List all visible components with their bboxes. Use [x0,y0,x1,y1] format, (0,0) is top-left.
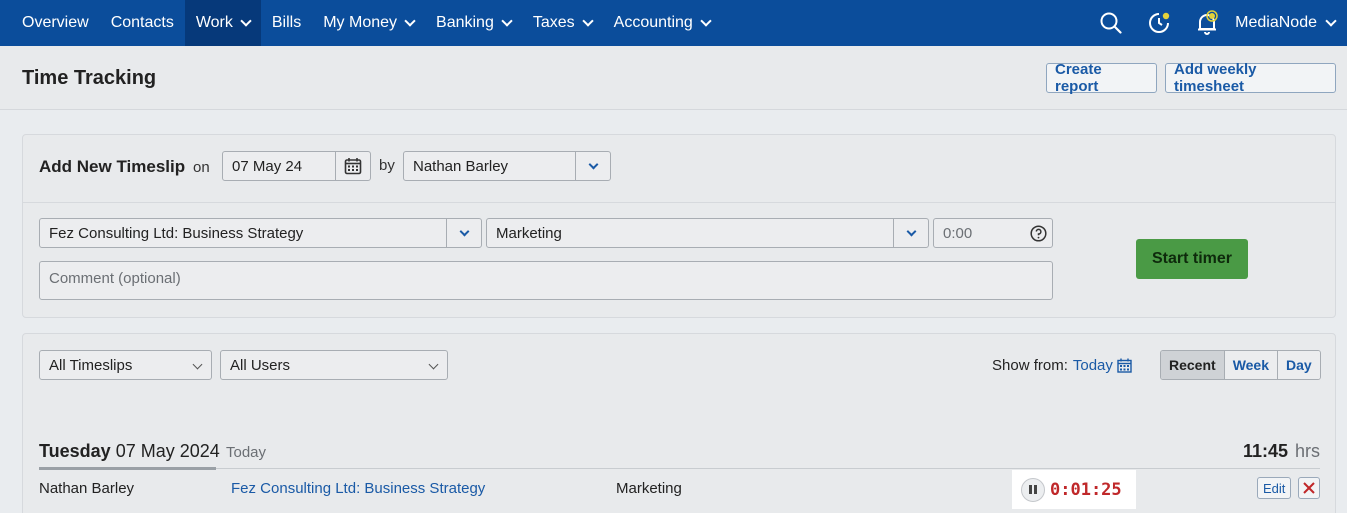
hours-placeholder: 0:00 [943,224,973,242]
show-from-label: Show from: [992,357,1068,374]
entry-task: Marketing [616,480,682,497]
nav-bills[interactable]: Bills [261,0,312,46]
view-week-button[interactable]: Week [1223,351,1278,379]
day-header: Tuesday 07 May 2024 Today 11:45 hrs [39,441,1320,470]
nav-overview-label: Overview [22,14,89,31]
project-select-value: Fez Consulting Ltd: Business Strategy [49,224,304,242]
day-total-unit: hrs [1294,441,1320,461]
calendar-icon [344,158,362,175]
day-total: 11:45 hrs [1243,441,1320,462]
pause-icon [1029,485,1032,494]
timer-button[interactable] [1135,0,1183,46]
chevron-down-icon [428,359,439,370]
chevron-down-icon [1325,14,1337,27]
date-field[interactable]: 07 May 24 [222,151,371,181]
create-report-button[interactable]: Create report [1046,61,1157,95]
date-picker-button[interactable] [335,152,370,180]
day-total-value: 11:45 [1242,441,1288,461]
by-label: by [379,157,395,174]
task-select[interactable]: Marketing [486,218,929,248]
calendar-icon[interactable] [1117,358,1132,373]
nav-taxes-label: Taxes [532,14,575,31]
task-select-toggle[interactable] [893,219,928,247]
user-select[interactable]: Nathan Barley [403,151,611,181]
nav-my-money[interactable]: My Money [312,0,425,46]
add-timeslip-header: Add New Timeslip on 07 May 24 by Nathan … [23,135,1335,203]
show-from-link[interactable]: Today [1073,357,1113,374]
nav-banking-label: Banking [436,14,494,31]
comment-field[interactable]: Comment (optional) [39,261,1053,300]
project-select[interactable]: Fez Consulting Ltd: Business Strategy [39,218,482,248]
chevron-down-icon [581,14,594,27]
user-filter-select[interactable]: All Users [220,350,448,380]
nav-right: MediaNode [1087,0,1347,46]
user-filter-value: All Users [230,356,291,374]
nav-accounting-label: Accounting [613,14,693,31]
chevron-down-icon [906,226,916,236]
today-tag: Today [226,444,267,461]
account-name: MediaNode [1235,14,1317,31]
nav-my-money-label: My Money [323,14,398,31]
timeslip-filter-select[interactable]: All Timeslips [39,350,212,380]
entry-user: Nathan Barley [39,480,135,497]
day-title: Tuesday 07 May 2024 [39,441,220,462]
view-toggle: Recent Week Day [1160,350,1321,380]
nav-work[interactable]: Work [184,0,261,46]
chevron-down-icon [501,14,513,27]
nav-banking[interactable]: Banking [425,0,522,46]
table-row: Nathan Barley Fez Consulting Ltd: Busine… [39,470,1320,510]
comment-placeholder: Comment (optional) [49,270,181,287]
day-date: 07 May 2024 [115,441,220,461]
nav-bills-label: Bills [271,14,302,31]
timeslip-filter-value: All Timeslips [49,356,133,374]
notification-bell-icon [1198,10,1218,35]
help-icon[interactable] [1030,225,1047,242]
running-timer: 0:01:25 [1012,470,1136,509]
chevron-down-icon [404,14,416,27]
hours-field[interactable]: 0:00 [933,218,1053,248]
view-recent-button[interactable]: Recent [1161,351,1224,379]
chevron-down-icon [588,159,598,169]
search-button[interactable] [1087,0,1135,46]
nav-accounting[interactable]: Accounting [603,0,721,46]
nav-taxes[interactable]: Taxes [522,0,603,46]
task-select-value: Marketing [496,224,562,242]
timer-clock-icon [1149,12,1170,33]
nav-work-label: Work [195,14,233,31]
day-weekday: Tuesday [39,441,111,461]
add-timeslip-panel: Add New Timeslip on 07 May 24 by Nathan … [22,134,1336,318]
user-select-toggle[interactable] [575,152,610,180]
edit-button[interactable]: Edit [1257,477,1292,499]
pause-icon [1034,485,1037,494]
timer-value: 0:01:25 [1050,479,1122,500]
chevron-down-icon [459,226,469,236]
page-title: Time Tracking [22,67,157,89]
entry-project-link[interactable]: Fez Consulting Ltd: Business Strategy [231,480,485,497]
user-select-value: Nathan Barley [413,157,509,175]
view-day-button[interactable]: Day [1277,351,1320,379]
chevron-down-icon [240,14,252,27]
add-timeslip-heading: Add New Timeslip [39,157,186,176]
chevron-down-icon [700,14,712,27]
pause-timer-button[interactable] [1021,477,1045,502]
on-label: on [193,159,210,176]
chevron-down-icon [192,359,203,370]
delete-button[interactable] [1298,477,1320,499]
nav-contacts-label: Contacts [110,14,174,31]
show-from: Show from: Today [992,357,1132,374]
page-header: Time Tracking Create report Add weekly t… [0,46,1347,110]
start-timer-button[interactable]: Start timer [1136,239,1248,279]
close-icon [1303,482,1315,494]
nav-overview[interactable]: Overview [0,0,100,46]
date-value: 07 May 24 [232,157,303,175]
add-weekly-timesheet-button[interactable]: Add weekly timesheet [1165,61,1336,95]
timeslips-panel: All Timeslips All Users Show from: Today… [22,333,1336,513]
top-nav: Overview Contacts Work Bills My Money Ba… [0,0,1347,46]
nav-contacts[interactable]: Contacts [100,0,185,46]
search-icon [1100,12,1122,34]
account-menu[interactable]: MediaNode [1231,14,1347,32]
notifications-button[interactable] [1183,0,1231,46]
project-select-toggle[interactable] [446,219,481,247]
